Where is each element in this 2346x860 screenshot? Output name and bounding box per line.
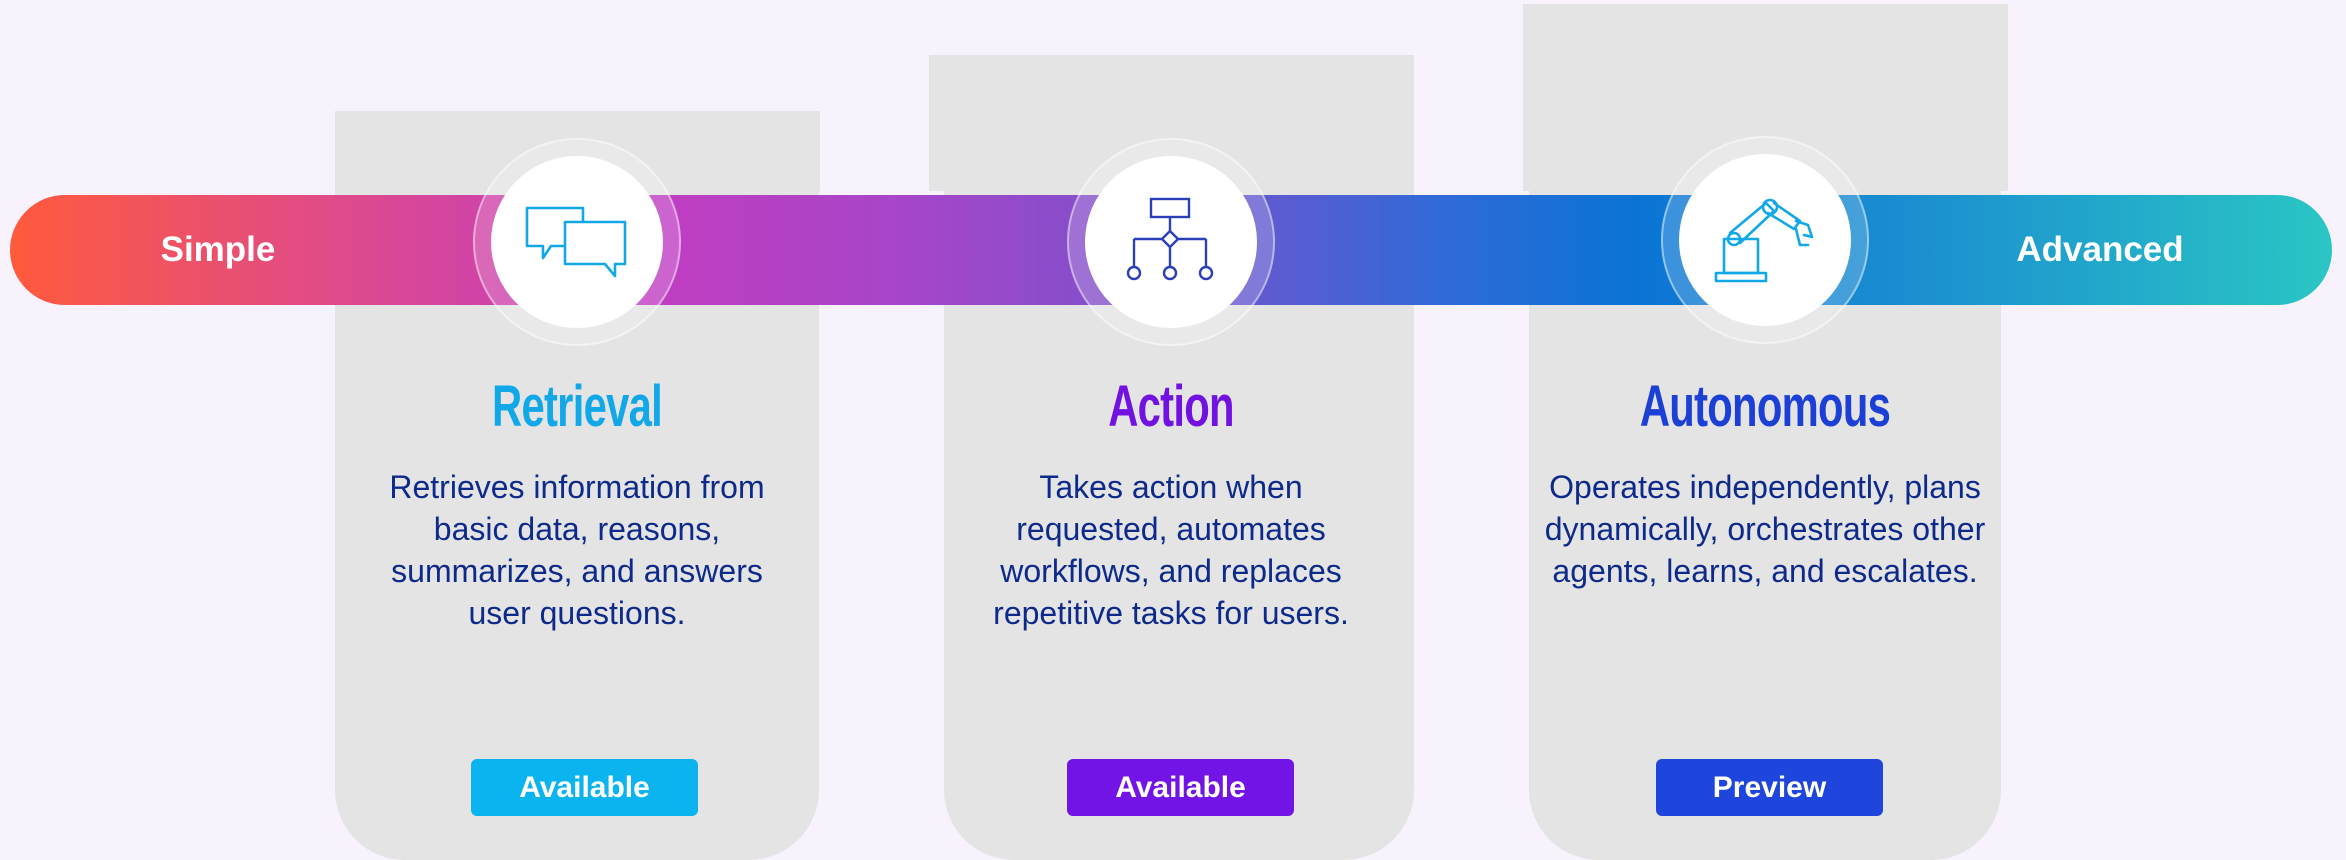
stage-description-retrieval: Retrieves information from basic data, r…: [389, 469, 765, 631]
scale-start-label: Simple: [160, 230, 276, 269]
chat-bubbles-icon: [525, 206, 627, 278]
stage-description-autonomous: Operates independently, plans dynamicall…: [1544, 469, 1986, 589]
stage-description-action: Takes action when requested, automates w…: [993, 469, 1349, 631]
action-icon-circle: [1085, 156, 1257, 328]
retrieval-icon-circle: [491, 156, 663, 328]
scale-end-label: Advanced: [2016, 230, 2184, 269]
stage-title-action: Action: [1108, 374, 1234, 439]
status-badge-autonomous: Preview: [1656, 759, 1883, 816]
stage-title-retrieval: Retrieval: [492, 374, 663, 439]
status-badge-action: Available: [1067, 759, 1294, 816]
status-badge-retrieval: Available: [471, 759, 698, 816]
autonomous-icon-circle: [1679, 154, 1851, 326]
stage-title-autonomous: Autonomous: [1639, 374, 1891, 439]
workflow-diagram-icon: [1126, 197, 1214, 281]
robot-arm-icon: [1714, 198, 1814, 283]
